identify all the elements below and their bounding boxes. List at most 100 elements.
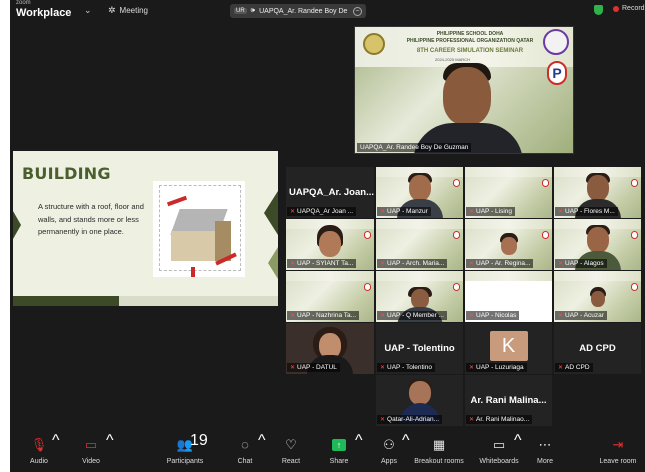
participant-name-tag: ✕ Ar. Rani Malinao... <box>466 415 533 424</box>
muted-mic-icon: ✕ <box>380 365 386 371</box>
share-button[interactable]: ↑ Share <box>324 432 354 472</box>
slide-decoration-right <box>264 191 278 235</box>
organization-logo-icon <box>543 29 569 55</box>
participant-tile[interactable]: ✕ UAP - Acuzar <box>554 271 641 322</box>
participant-tile[interactable]: K ✕ UAP - Luzuriaga <box>465 323 552 374</box>
host-video-tile[interactable]: PHILIPPINE SCHOOL DOHA PHILIPPINE PROFES… <box>354 26 574 154</box>
participant-tile[interactable]: ✕ Qatar-Ali-Adrian... <box>376 375 463 426</box>
participant-name-tag: ✕ UAP - DATUL <box>287 363 340 372</box>
speaker-initials: UR <box>234 8 247 14</box>
react-button[interactable]: ♡ React <box>276 432 306 472</box>
participant-tile[interactable]: ✕ UAP - Lising <box>465 167 552 218</box>
muted-mic-icon: ✕ <box>290 209 296 215</box>
participant-tile[interactable]: UAP - Tolentino ✕ UAP - Tolentino <box>376 323 463 374</box>
participant-tile[interactable]: AD CPD ✕ AD CPD <box>554 323 641 374</box>
participant-tile[interactable]: ✕ UAP - Q Member ... <box>376 271 463 322</box>
close-icon[interactable]: – <box>353 6 362 16</box>
apps-options-caret-icon[interactable]: ^ <box>402 432 410 472</box>
breakout-rooms-button[interactable]: ▦ Breakout rooms <box>412 432 466 472</box>
slide-decoration <box>13 211 21 239</box>
participant-tile[interactable]: ✕ UAP - Arch. Maria... <box>376 219 463 270</box>
security-shield-icon[interactable] <box>594 5 603 15</box>
participant-name-tag: ✕ UAPQA_Ar Joan ... <box>287 207 357 216</box>
react-label: React <box>281 458 301 465</box>
leave-room-button[interactable]: ⇥ Leave room <box>596 432 640 472</box>
participant-tile[interactable]: ✕ UAP - SYIANT Ta... <box>286 219 374 270</box>
audio-button[interactable]: 🎙 Audio <box>24 432 54 472</box>
slide-title: BUILDING <box>22 164 111 183</box>
record-indicator[interactable]: Record <box>613 5 645 12</box>
participants-count: 19 <box>190 432 208 449</box>
meeting-menu[interactable]: ✲ Meeting <box>108 5 148 16</box>
whiteboards-options-caret-icon[interactable]: ^ <box>514 432 522 472</box>
participant-name-tag: ✕ UAP - Nicolas <box>466 311 520 320</box>
breakout-rooms-label: Breakout rooms <box>414 458 464 465</box>
share-label: Share <box>329 458 349 465</box>
participant-name-tag: ✕ UAP - Ar. Regina... <box>466 259 534 268</box>
microphone-muted-icon: 🎙 <box>30 437 48 452</box>
app-brand[interactable]: Workplace <box>16 7 71 19</box>
muted-mic-icon: ✕ <box>290 365 296 371</box>
chat-icon: ◌ <box>241 437 249 452</box>
participant-tile[interactable]: ✕ UAP - Ar. Regina... <box>465 219 552 270</box>
video-button[interactable]: ▭ Video <box>76 432 106 472</box>
leave-label: Leave room <box>599 458 637 465</box>
muted-mic-icon: ✕ <box>558 209 564 215</box>
chat-label: Chat <box>237 458 253 465</box>
participant-name-tag: ✕ UAP - Luzuriaga <box>466 363 527 372</box>
participant-name-tag: ✕ UAP - Manzur <box>377 207 431 216</box>
speaker-name: UAPQA_Ar. Randee Boy De <box>259 7 348 15</box>
muted-mic-icon: ✕ <box>290 313 296 319</box>
muted-mic-icon: ✕ <box>380 313 386 319</box>
participant-name-tag: ✕ UAP - Lising <box>466 207 516 216</box>
chat-options-caret-icon[interactable]: ^ <box>258 432 266 472</box>
participant-name-tag: ✕ UAP - Acuzar <box>555 311 607 320</box>
person-face <box>443 67 491 125</box>
host-name: UAPQA_Ar. Randee Boy De Guzman <box>360 144 469 151</box>
more-button[interactable]: ⋯ More <box>530 432 560 472</box>
muted-mic-icon: ✕ <box>469 417 475 423</box>
more-label: More <box>537 458 553 465</box>
active-speaker-chip[interactable]: UR 🕪 UAPQA_Ar. Randee Boy De – <box>230 4 366 18</box>
muted-mic-icon: ✕ <box>558 313 564 319</box>
participant-name-tag: ✕ UAP - Flores M... <box>555 207 618 216</box>
participant-avatar: K <box>489 331 528 361</box>
participant-display-name: UAPQA_Ar. Joan... <box>289 187 374 198</box>
banner-line-3: 8TH CAREER SIMULATION SEMINAR <box>416 48 524 54</box>
banner-line-4: 2024-2025 MARCH <box>435 57 470 62</box>
banner-line-1: PHILIPPINE SCHOOL DOHA <box>436 31 504 37</box>
participant-name-tag: ✕ UAP - Q Member ... <box>377 311 447 320</box>
left-margin <box>0 0 10 472</box>
breakout-rooms-icon: ▦ <box>432 437 446 452</box>
apps-button[interactable]: ⚇ Apps <box>374 432 404 472</box>
participant-name-tag: ✕ UAP - Tolentino <box>377 363 435 372</box>
participant-name-tag: ✕ AD CPD <box>555 363 593 372</box>
whiteboards-label: Whiteboards <box>479 458 519 465</box>
apps-label: Apps <box>381 458 397 465</box>
participant-tile[interactable]: ✕ UAP - Flores M... <box>554 167 641 218</box>
chevron-down-icon[interactable]: ⌄ <box>84 5 92 16</box>
shared-screen-slide[interactable]: BUILDING A structure with a roof, floor … <box>13 151 278 306</box>
title-bar: zoom Workplace ⌄ ✲ Meeting UR 🕪 UAPQA_Ar… <box>10 0 645 22</box>
muted-mic-icon: ✕ <box>469 261 475 267</box>
participant-name-tag: ✕ UAP - Alagos <box>555 259 607 268</box>
video-options-caret-icon[interactable]: ^ <box>106 432 114 472</box>
participant-tile[interactable]: ✕ UAP - Nicolas <box>465 271 552 322</box>
participant-name-tag: ✕ UAP - Arch. Maria... <box>377 259 448 268</box>
participant-tile[interactable]: ✕ UAP - Manzur <box>376 167 463 218</box>
chat-button[interactable]: ◌ Chat <box>230 432 260 472</box>
participant-tile[interactable]: Ar. Rani Malina... ✕ Ar. Rani Malinao... <box>465 375 552 426</box>
audio-options-caret-icon[interactable]: ^ <box>52 432 60 472</box>
brand-small-label: zoom <box>16 0 31 6</box>
participant-tile[interactable]: UAPQA_Ar. Joan... ✕ UAPQA_Ar Joan ... <box>286 167 374 218</box>
participant-tile[interactable]: ✕ UAP - DATUL <box>286 323 374 374</box>
muted-mic-icon: ✕ <box>558 261 564 267</box>
share-options-caret-icon[interactable]: ^ <box>355 432 363 472</box>
muted-mic-icon: ✕ <box>380 261 386 267</box>
participant-display-name: UAP - Tolentino <box>384 343 455 354</box>
participant-tile[interactable]: ✕ UAP - Nazhrina Ta... <box>286 271 374 322</box>
meeting-toolbar: 🎙 Audio ^ ▭ Video ^ 👥 Participants 19 ◌ … <box>10 432 645 472</box>
muted-mic-icon: ✕ <box>469 365 475 371</box>
slide-body-text: A structure with a roof, floor and walls… <box>38 202 144 237</box>
participant-tile[interactable]: ✕ UAP - Alagos <box>554 219 641 270</box>
